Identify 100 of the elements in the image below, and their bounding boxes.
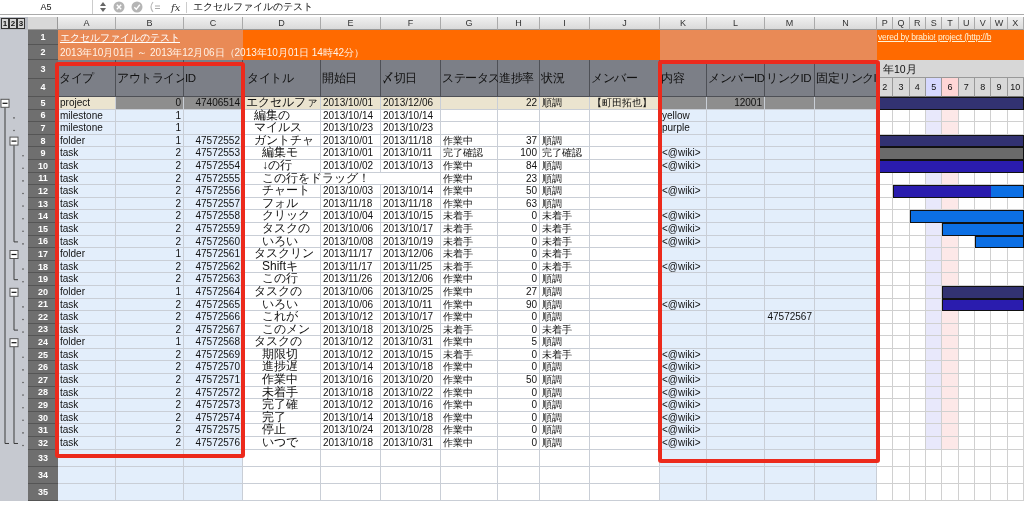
table-cell: 47572571	[184, 374, 243, 387]
day-header: 9	[991, 78, 1008, 97]
table-cell: 47572556	[184, 185, 243, 198]
table-cell: 2013/10/03	[321, 185, 381, 198]
row-header[interactable]: 31	[28, 424, 58, 438]
table-cell: 1	[116, 336, 184, 349]
table-cell: project	[58, 97, 116, 110]
row-header[interactable]: 7	[28, 122, 58, 135]
row-header[interactable]: 22	[28, 311, 58, 324]
table-cell: 2013/10/14	[381, 185, 441, 198]
table-cell: task	[58, 185, 116, 198]
row-header[interactable]: 27	[28, 374, 58, 387]
row-header[interactable]: 3	[28, 60, 58, 79]
credit-link[interactable]: vered by brabio! project (http://b	[877, 32, 992, 42]
row-header[interactable]: 14	[28, 210, 58, 223]
table-cell: milestone	[58, 122, 116, 135]
table-cell: 100	[498, 147, 540, 160]
table-cell: 2013/10/28	[381, 424, 441, 438]
table-cell: 2013/10/01	[321, 97, 381, 110]
table-cell: 2013/10/04	[321, 210, 381, 223]
table-cell: 1	[116, 122, 184, 135]
row-header[interactable]: 1	[28, 30, 58, 45]
table-cell: 2013/10/11	[381, 147, 441, 160]
table-cell: タスクの	[243, 336, 321, 349]
table-cell: task	[58, 437, 116, 450]
table-cell: 2013/12/06	[381, 248, 441, 261]
column-title: 進捗率	[498, 60, 540, 97]
table-cell: <@wiki>	[660, 399, 707, 412]
row-header[interactable]: 24	[28, 336, 58, 349]
table-cell: 47572566	[184, 311, 243, 324]
table-cell: 作業中	[441, 336, 498, 349]
row-header[interactable]: 19	[28, 273, 58, 286]
row-header[interactable]: 9	[28, 147, 58, 160]
table-cell: 0	[498, 311, 540, 324]
table-cell: 完了確認	[540, 147, 590, 160]
table-cell: 2013/11/17	[321, 248, 381, 261]
table-cell: 2013/11/26	[321, 273, 381, 286]
table-cell: 2013/10/12	[321, 336, 381, 349]
table-cell: 0	[498, 424, 540, 438]
table-cell: 順調	[540, 273, 590, 286]
table-cell: 2013/10/20	[381, 374, 441, 387]
table-cell: 47572568	[184, 336, 243, 349]
table-cell: 2013/10/12	[321, 311, 381, 324]
table-cell: 2013/12/06	[381, 97, 441, 110]
column-title: ステータス	[441, 60, 498, 97]
table-cell: 2013/10/17	[381, 311, 441, 324]
table-cell: 0	[116, 97, 184, 110]
table-cell: 【町田拓也】	[590, 97, 660, 110]
table-cell: チャート	[243, 185, 321, 198]
table-cell: 2013/10/18	[381, 361, 441, 375]
table-cell: 2	[116, 273, 184, 286]
table-cell: folder	[58, 248, 116, 261]
table-cell: 編集モ	[243, 147, 321, 160]
outline-level-button[interactable]: 3	[17, 18, 25, 29]
sheet-title-link[interactable]: エクセルファイルのテスト	[58, 32, 180, 43]
table-cell: 順調	[540, 336, 590, 349]
table-cell: 2013/10/15	[381, 210, 441, 223]
name-box[interactable]: A5	[0, 0, 93, 14]
column-title: メンバー	[590, 60, 660, 97]
row-header[interactable]: 2	[28, 45, 58, 60]
table-cell: 順調	[540, 424, 590, 438]
table-cell: 47572561	[184, 248, 243, 261]
table-cell: 2013/10/01	[321, 147, 381, 160]
row-header[interactable]: 17	[28, 248, 58, 261]
table-cell: 47406514	[184, 97, 243, 110]
table-cell: タスクリン	[243, 248, 321, 261]
table-cell: 0	[498, 248, 540, 261]
column-title: 〆切日	[381, 60, 441, 97]
column-title: 開始日	[321, 60, 381, 97]
table-cell: 2013/10/24	[321, 424, 381, 438]
table-cell: 順調	[540, 311, 590, 324]
function-button[interactable]: fx	[171, 1, 188, 13]
table-cell: 50	[498, 374, 540, 387]
table-cell: 50	[498, 185, 540, 198]
table-cell: 47572567	[765, 311, 815, 324]
table-cell: 0	[498, 399, 540, 412]
table-cell: 47572576	[184, 437, 243, 450]
row-header[interactable]: 26	[28, 361, 58, 375]
table-cell: 2013/10/14	[321, 361, 381, 375]
row-header[interactable]: 32	[28, 437, 58, 450]
date-range: 2013年10月01日 ～ 2013年12月06日（2013年10月01日 14時42分）	[60, 46, 365, 60]
row-header[interactable]: 29	[28, 399, 58, 412]
row-header[interactable]: 5	[28, 97, 58, 110]
table-cell: 2013/12/06	[381, 273, 441, 286]
table-cell: task	[58, 374, 116, 387]
row-header[interactable]: 12	[28, 185, 58, 198]
table-cell: task	[58, 147, 116, 160]
table-cell: <@wiki>	[660, 147, 707, 160]
table-cell: task	[58, 399, 116, 412]
table-cell: 1	[116, 248, 184, 261]
table-cell: 未着手	[540, 210, 590, 223]
table-cell: 2013/10/16	[321, 374, 381, 387]
table-cell: 順調	[540, 374, 590, 387]
table-cell: 0	[498, 210, 540, 223]
table-cell: 0	[498, 361, 540, 375]
table-cell: purple	[660, 122, 707, 135]
formula-value[interactable]: エクセルファイルのテスト	[193, 0, 314, 14]
table-cell: 2	[116, 361, 184, 375]
table-cell: 未着手	[540, 248, 590, 261]
table-cell: 未着手	[441, 248, 498, 261]
